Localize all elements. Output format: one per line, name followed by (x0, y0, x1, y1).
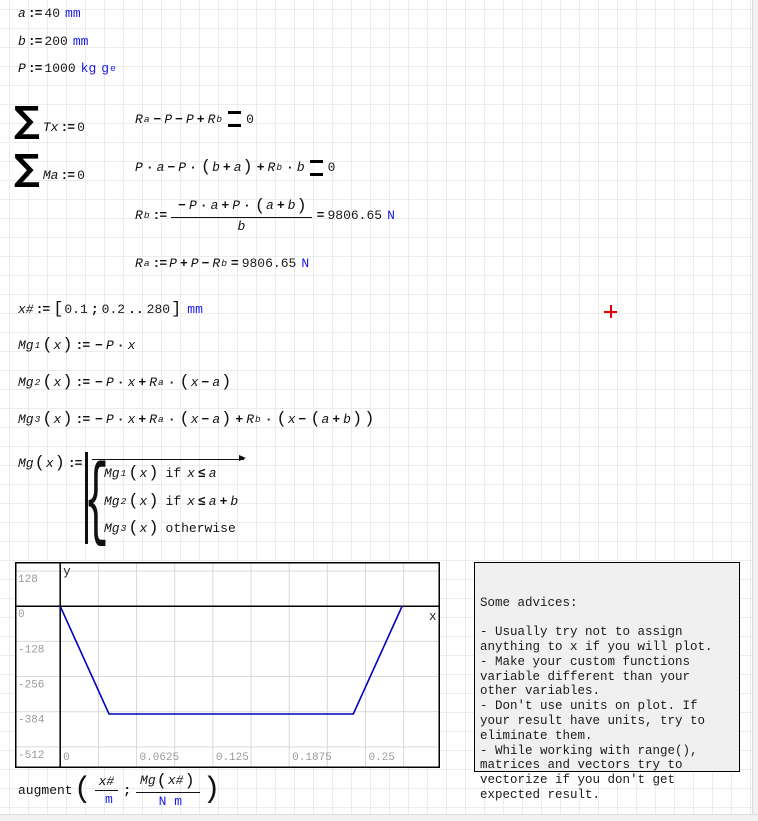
svg-text:0.25: 0.25 (369, 752, 395, 764)
svg-text:0: 0 (18, 609, 25, 621)
sum-forces-x-label: Tx:=0 (43, 120, 85, 135)
equation-moments[interactable]: P·a−P·(b+a)+Rb·b0 (135, 158, 335, 177)
result-ra[interactable]: Ra:=P+P−Rb=9806.65N (135, 256, 309, 271)
svg-text:-128: -128 (18, 644, 44, 656)
svg-text:y: y (63, 565, 71, 579)
advices-title: Some advices: (480, 596, 734, 611)
summation-icon: ∑ (14, 152, 40, 186)
svg-text:128: 128 (18, 574, 38, 586)
line-arrow-icon (92, 459, 244, 460)
page-right-margin (752, 0, 758, 821)
svg-text:0.0625: 0.0625 (140, 752, 180, 764)
insertion-cursor-icon (604, 305, 617, 318)
advices-note-box[interactable]: Some advices: - Usually try not to assig… (474, 562, 740, 772)
svg-text:0: 0 (63, 752, 70, 764)
function-mg-piecewise[interactable]: Mg(x):= { Mg1(x)ifx≤a Mg2(x)ifx≤a+b Mg3(… (18, 450, 318, 546)
svg-text:0.1875: 0.1875 (292, 752, 332, 764)
svg-text:x: x (429, 610, 437, 624)
page-bottom-margin (0, 814, 758, 821)
function-mg2[interactable]: Mg2(x):=−P·x+Ra·(x−a) (18, 373, 232, 392)
equation-forces[interactable]: Ra−P−P+Rb0 (135, 111, 254, 127)
function-mg3[interactable]: Mg3(x):=−P·x+Ra·(x−a)+Rb·(x−(a+b)) (18, 410, 375, 429)
definition-a[interactable]: a:=40mm (18, 6, 81, 21)
augment-expression[interactable]: augment(x#m;Mg(x#)N m) (18, 770, 222, 810)
summation-icon: ∑ (14, 104, 40, 138)
xy-plot[interactable]: 128 0 -128 -256 -384 -512 0 0.0625 0.125 0.1875 0.… (15, 562, 440, 768)
definition-b[interactable]: b:=200mm (18, 34, 88, 49)
svg-text:-512: -512 (18, 750, 44, 762)
worksheet[interactable]: a:=40mm b:=200mm P:=1000kgge ∑ Tx:=0 Ra−… (0, 0, 758, 821)
piecewise-case-1: Mg1(x)ifx≤a (104, 464, 217, 483)
piecewise-lhs: Mg(x):= (18, 454, 84, 473)
advices-text: - Usually try not to assign anything to … (480, 625, 713, 802)
result-rb[interactable]: Rb:=−P·a+P·(a+b)b=9806.65N (135, 197, 395, 234)
sum-forces-x[interactable]: ∑ Tx:=0 (14, 104, 85, 138)
definition-p[interactable]: P:=1000kgge (18, 61, 116, 76)
function-mg1[interactable]: Mg1(x):=−P·x (18, 336, 135, 355)
definition-xrange[interactable]: x#:=[0.1;0.2..280]mm (18, 300, 203, 319)
sum-moments-a[interactable]: ∑ Ma:=0 (14, 152, 85, 186)
svg-text:-256: -256 (18, 680, 44, 692)
svg-text:-384: -384 (18, 715, 45, 727)
sum-moments-a-label: Ma:=0 (43, 168, 85, 183)
piecewise-case-3: Mg3(x)otherwise (104, 519, 242, 538)
svg-text:0.125: 0.125 (216, 752, 249, 764)
piecewise-case-2: Mg2(x)ifx≤a+b (104, 492, 238, 511)
